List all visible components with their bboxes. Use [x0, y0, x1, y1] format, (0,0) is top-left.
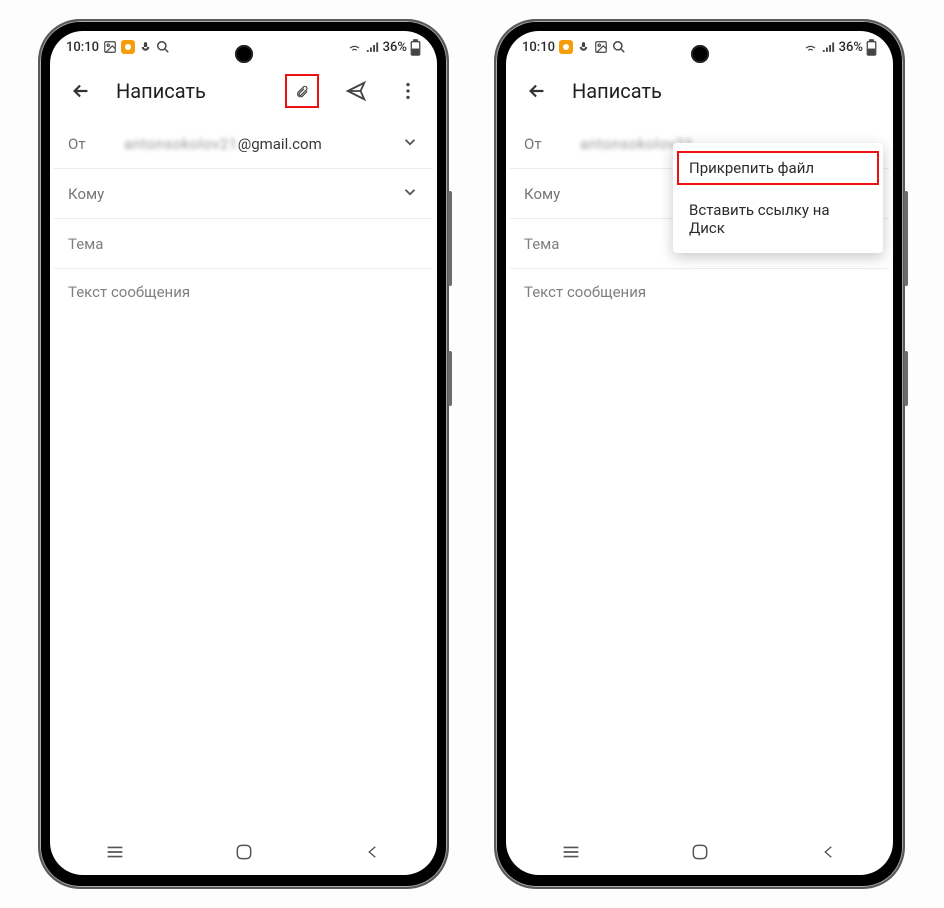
app-bar: Написать — [506, 63, 893, 119]
phone-mockup-right: 10:10 36% — [494, 19, 905, 889]
wifi-icon — [347, 40, 362, 55]
to-label: Кому — [68, 185, 110, 203]
status-time: 10:10 — [66, 40, 99, 55]
app-title: Написать — [116, 79, 267, 103]
app-title: Написать — [572, 79, 881, 103]
home-button[interactable] — [675, 842, 725, 862]
menu-insert-drive-link[interactable]: Вставить ссылку на Диск — [673, 189, 883, 249]
body-placeholder: Текст сообщения — [68, 283, 190, 301]
battery-text: 36% — [383, 40, 407, 55]
subject-row[interactable]: Тема — [54, 219, 433, 269]
battery-icon — [410, 39, 421, 56]
body-placeholder: Текст сообщения — [524, 283, 646, 301]
screen: 10:10 36% — [50, 31, 437, 875]
search-icon — [612, 40, 626, 54]
to-label: Кому — [524, 185, 566, 203]
home-button[interactable] — [219, 842, 269, 862]
back-button[interactable] — [64, 74, 98, 108]
app-notification-icon — [121, 40, 135, 54]
subject-placeholder: Тема — [524, 235, 559, 253]
gallery-icon — [594, 40, 608, 54]
app-notification-icon — [559, 40, 573, 54]
attach-button[interactable] — [285, 74, 319, 108]
status-time: 10:10 — [522, 40, 555, 55]
recents-button[interactable] — [90, 844, 140, 860]
more-button[interactable] — [391, 74, 425, 108]
front-camera — [691, 45, 709, 63]
volume-button — [904, 191, 908, 286]
volume-button — [448, 191, 452, 286]
attach-menu: Прикрепить файл Вставить ссылку на Диск — [673, 143, 883, 253]
power-button — [904, 351, 908, 406]
search-icon — [156, 40, 170, 54]
from-label: От — [524, 135, 566, 153]
back-nav-button[interactable] — [348, 843, 398, 861]
send-button[interactable] — [339, 74, 373, 108]
back-nav-button[interactable] — [804, 843, 854, 861]
app-bar: Написать — [50, 63, 437, 119]
signal-icon — [365, 40, 380, 55]
recents-button[interactable] — [546, 844, 596, 860]
body-row[interactable]: Текст сообщения — [54, 269, 433, 319]
phone-mockup-left: 10:10 36% — [38, 19, 449, 889]
screen: 10:10 36% — [506, 31, 893, 875]
chevron-down-icon[interactable] — [401, 183, 419, 205]
from-row[interactable]: От antonsokolov21@gmail.com — [54, 119, 433, 169]
from-label: От — [68, 135, 110, 153]
chevron-down-icon[interactable] — [401, 133, 419, 155]
wifi-icon — [803, 40, 818, 55]
battery-text: 36% — [839, 40, 863, 55]
battery-icon — [866, 39, 877, 56]
front-camera — [235, 45, 253, 63]
body-row[interactable]: Текст сообщения — [510, 269, 889, 319]
subject-placeholder: Тема — [68, 235, 103, 253]
mic-icon — [577, 41, 590, 54]
gallery-icon — [103, 40, 117, 54]
nav-bar — [506, 829, 893, 875]
power-button — [448, 351, 452, 406]
mic-icon — [139, 41, 152, 54]
from-value: antonsokolov21@gmail.com — [124, 135, 387, 153]
back-button[interactable] — [520, 74, 554, 108]
signal-icon — [821, 40, 836, 55]
menu-attach-file[interactable]: Прикрепить файл — [673, 147, 883, 189]
nav-bar — [50, 829, 437, 875]
to-row[interactable]: Кому — [54, 169, 433, 219]
